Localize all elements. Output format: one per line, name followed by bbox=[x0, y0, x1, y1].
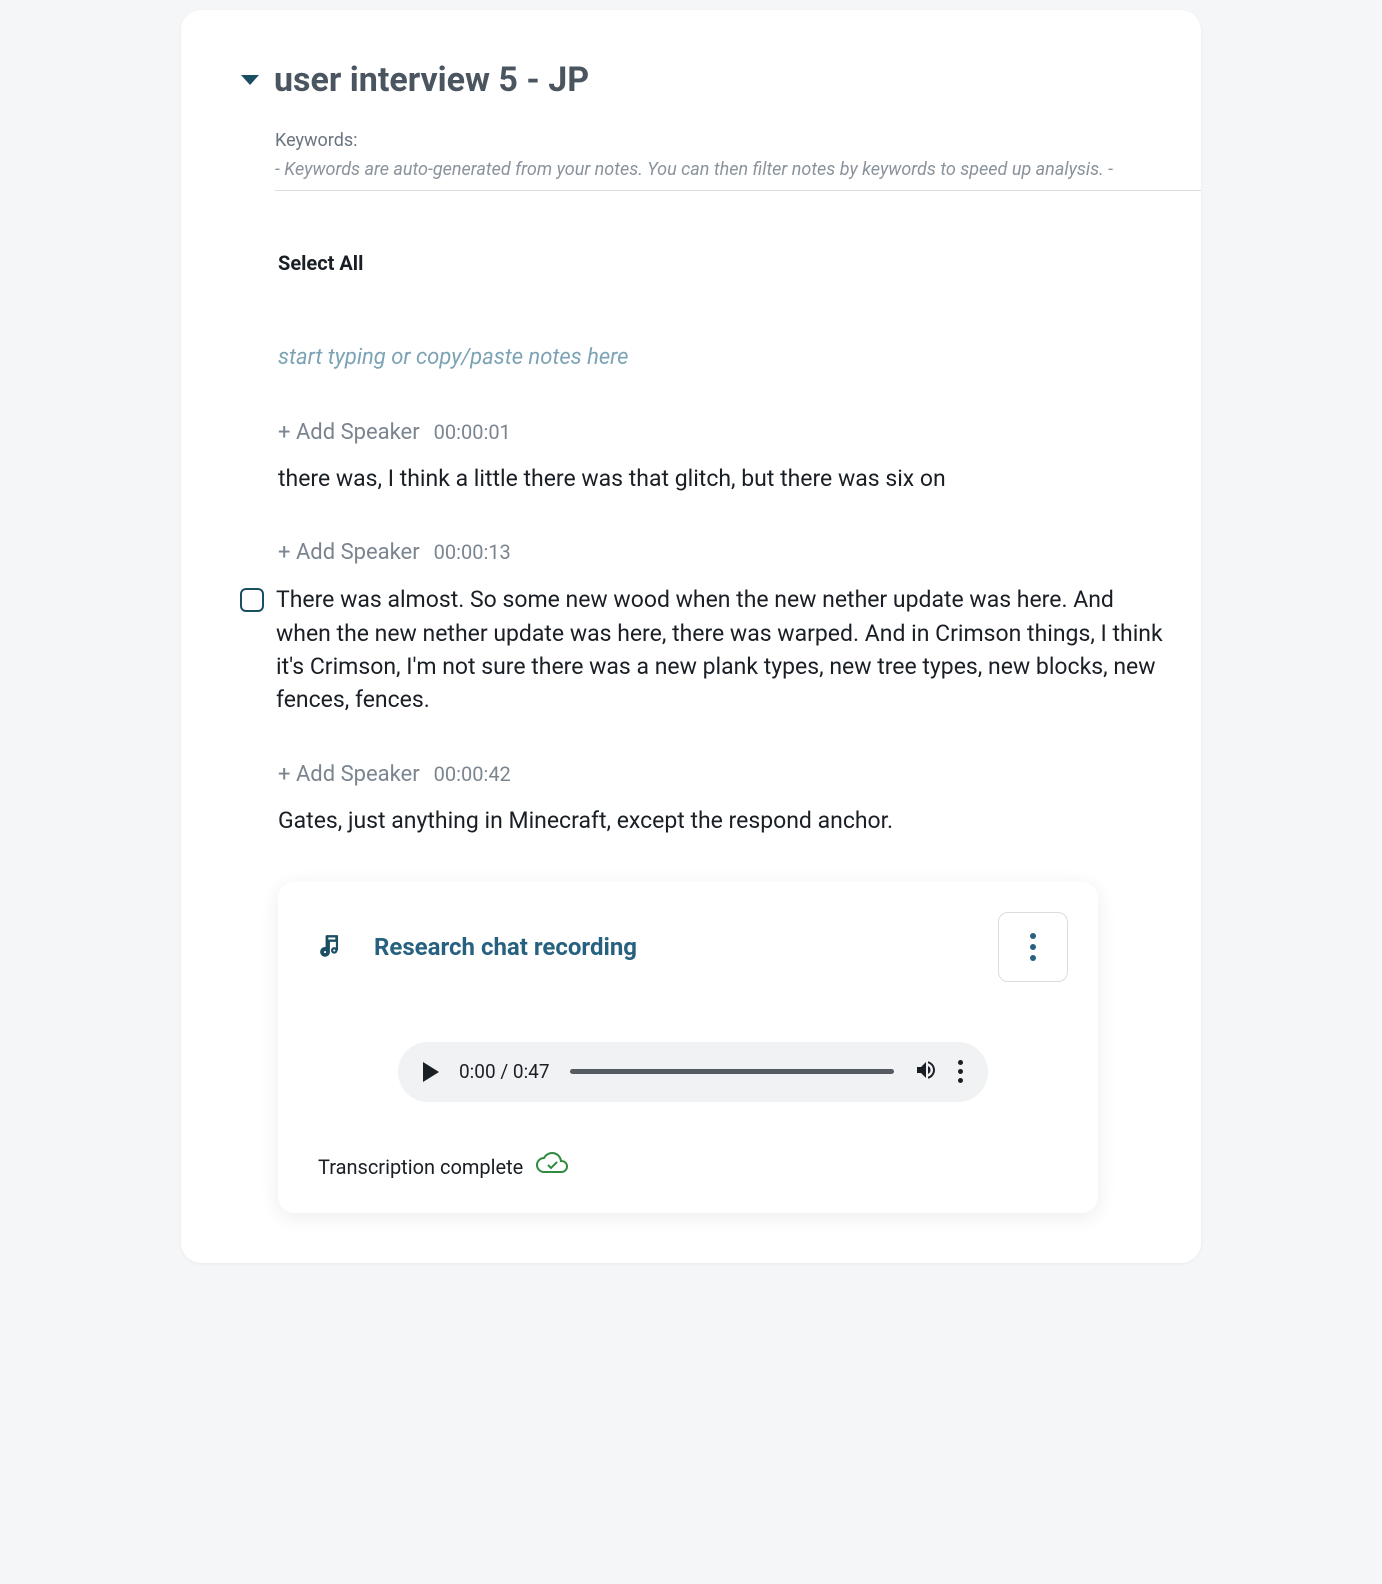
audio-more-button[interactable] bbox=[998, 912, 1068, 982]
speaker-row: + Add Speaker 00:00:01 bbox=[278, 420, 1171, 445]
duration: 0:47 bbox=[513, 1060, 550, 1083]
transcript-text[interactable]: There was almost. So some new wood when … bbox=[276, 583, 1171, 716]
add-speaker-button[interactable]: + Add Speaker bbox=[278, 540, 420, 565]
progress-bar[interactable] bbox=[570, 1069, 894, 1074]
add-speaker-button[interactable]: + Add Speaker bbox=[278, 762, 420, 787]
status-text: Transcription complete bbox=[318, 1155, 523, 1179]
transcription-status: Transcription complete bbox=[318, 1152, 1068, 1183]
keywords-label: Keywords: bbox=[275, 130, 1201, 151]
time-separator: / bbox=[496, 1060, 513, 1083]
add-speaker-button[interactable]: + Add Speaker bbox=[278, 420, 420, 445]
time-display: 0:00 / 0:47 bbox=[459, 1060, 550, 1083]
player-more-icon[interactable] bbox=[958, 1060, 963, 1083]
more-vertical-icon bbox=[1030, 933, 1036, 961]
current-time: 0:00 bbox=[459, 1060, 496, 1083]
volume-icon[interactable] bbox=[914, 1058, 938, 1086]
audio-title-group: Research chat recording bbox=[318, 932, 637, 962]
collapse-caret-icon[interactable] bbox=[241, 75, 259, 85]
timestamp: 00:00:01 bbox=[434, 420, 511, 444]
transcript-checkbox[interactable] bbox=[240, 588, 264, 612]
audio-card: Research chat recording 0:00 / 0:47 bbox=[278, 882, 1098, 1213]
interview-title: user interview 5 - JP bbox=[274, 60, 589, 100]
keywords-help-text: - Keywords are auto-generated from your … bbox=[275, 159, 1201, 191]
transcript-text[interactable]: Gates, just anything in Minecraft, excep… bbox=[278, 805, 1171, 837]
transcript-block: There was almost. So some new wood when … bbox=[240, 583, 1171, 716]
audio-player: 0:00 / 0:47 bbox=[398, 1042, 988, 1102]
timestamp: 00:00:42 bbox=[434, 762, 511, 786]
cloud-check-icon bbox=[535, 1152, 571, 1183]
transcript-text[interactable]: there was, I think a little there was th… bbox=[278, 463, 1171, 495]
keywords-section: Keywords: - Keywords are auto-generated … bbox=[275, 130, 1201, 191]
music-note-icon bbox=[318, 932, 344, 962]
play-button-icon[interactable] bbox=[423, 1062, 439, 1082]
speaker-row: + Add Speaker 00:00:13 bbox=[278, 540, 1171, 565]
audio-header: Research chat recording bbox=[318, 912, 1068, 982]
title-row: user interview 5 - JP bbox=[241, 60, 1201, 100]
content-area: Select All start typing or copy/paste no… bbox=[278, 251, 1201, 1213]
speaker-row: + Add Speaker 00:00:42 bbox=[278, 762, 1171, 787]
select-all-button[interactable]: Select All bbox=[278, 251, 1171, 275]
notes-input-placeholder[interactable]: start typing or copy/paste notes here bbox=[278, 345, 1171, 370]
timestamp: 00:00:13 bbox=[434, 540, 511, 564]
audio-title: Research chat recording bbox=[374, 933, 637, 961]
interview-card: user interview 5 - JP Keywords: - Keywor… bbox=[181, 10, 1201, 1263]
